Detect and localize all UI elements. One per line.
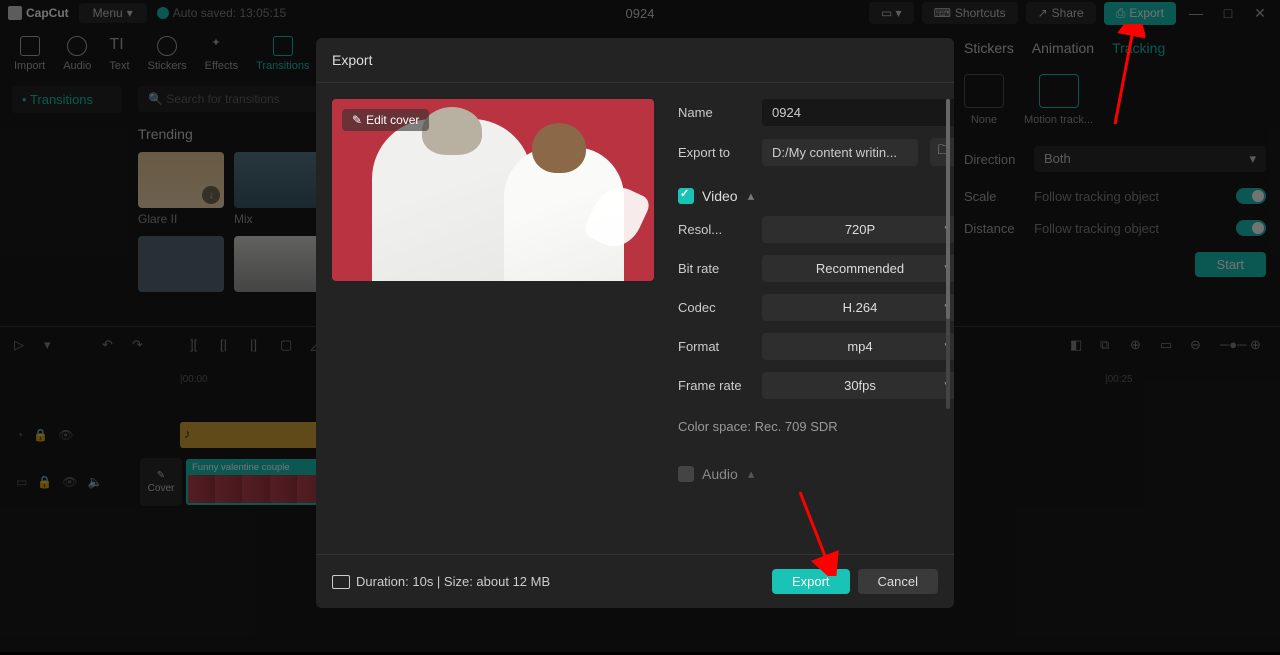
duration-info: Duration: 10s | Size: about 12 MB (332, 574, 550, 589)
codec-select[interactable]: H.264 (762, 294, 954, 321)
export-path: D:/My content writin... (762, 139, 918, 166)
color-space-text: Color space: Rec. 709 SDR (678, 419, 954, 434)
resolution-label: Resol... (678, 222, 750, 237)
video-section-label: Video (702, 188, 738, 204)
export-to-label: Export to (678, 145, 750, 160)
export-confirm-button[interactable]: Export (772, 569, 850, 594)
bitrate-select[interactable]: Recommended (762, 255, 954, 282)
edit-cover-button[interactable]: ✎ Edit cover (342, 109, 429, 131)
audio-section-label: Audio (702, 466, 738, 482)
dialog-scrollbar[interactable] (946, 99, 950, 409)
bitrate-label: Bit rate (678, 261, 750, 276)
format-label: Format (678, 339, 750, 354)
cancel-button[interactable]: Cancel (858, 569, 938, 594)
cover-preview: ✎ Edit cover (332, 99, 654, 281)
format-select[interactable]: mp4 (762, 333, 954, 360)
resolution-select[interactable]: 720P (762, 216, 954, 243)
framerate-select[interactable]: 30fps (762, 372, 954, 399)
browse-folder-button[interactable]: 🗀 (930, 138, 954, 166)
audio-checkbox[interactable] (678, 466, 694, 482)
name-label: Name (678, 105, 750, 120)
export-dialog: Export ✎ Edit cover Name Export to D:/My… (316, 38, 954, 608)
codec-label: Codec (678, 300, 750, 315)
framerate-label: Frame rate (678, 378, 750, 393)
dialog-title: Export (316, 38, 954, 83)
name-input[interactable] (762, 99, 954, 126)
video-checkbox[interactable] (678, 188, 694, 204)
